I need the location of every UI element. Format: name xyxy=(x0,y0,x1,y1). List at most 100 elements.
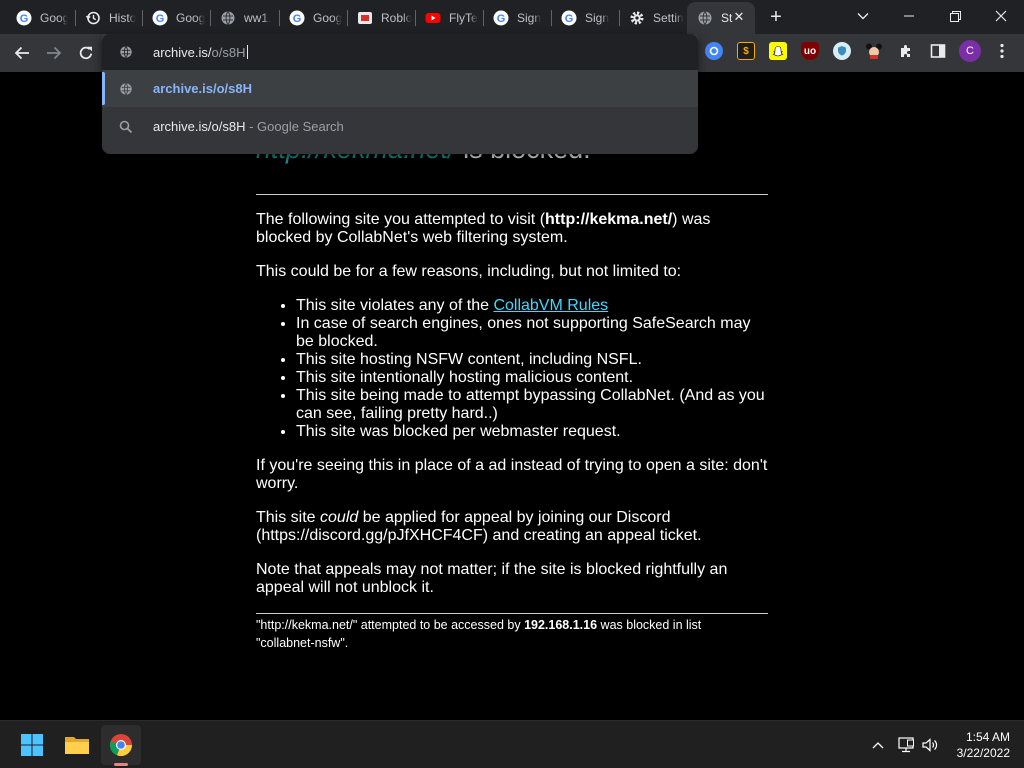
forward-button[interactable] xyxy=(40,39,68,67)
reload-button[interactable] xyxy=(72,39,100,67)
tab-title: Goog xyxy=(313,11,343,25)
file-explorer-icon[interactable] xyxy=(57,725,97,765)
block-notice: http://kekma.net/ is blocked. The follow… xyxy=(256,134,768,652)
typed-text: archive.is/ xyxy=(153,44,212,60)
gear-icon xyxy=(629,10,645,26)
chrome-icon[interactable] xyxy=(101,725,141,765)
svg-text:G: G xyxy=(293,13,302,25)
tab-8[interactable]: G Sign xyxy=(483,4,551,32)
new-tab-button[interactable]: + xyxy=(764,6,788,30)
minimize-button[interactable] xyxy=(886,0,932,32)
windows-start-icon[interactable] xyxy=(12,725,52,765)
google-icon: G xyxy=(16,10,32,26)
suggestion-url[interactable]: archive.is/o/s8H xyxy=(102,70,698,107)
footer-list: "collabnet-nsfw". xyxy=(256,636,349,650)
globe-icon xyxy=(697,10,713,26)
search-icon xyxy=(118,119,134,135)
google-lens-icon[interactable] xyxy=(705,42,723,60)
reason-text: This site violates any of the xyxy=(296,297,494,314)
intro-url: http://kekma.net/ xyxy=(545,211,673,228)
suggestion-search[interactable]: archive.is/o/s8H - Google Search xyxy=(102,108,698,145)
restore-button[interactable] xyxy=(932,0,978,32)
forward-arrow-icon xyxy=(47,46,62,60)
clock-date: 3/22/2022 xyxy=(956,746,1010,760)
list-item: This site hosting NSFW content, includin… xyxy=(296,351,768,369)
footer-note: "http://kekma.net/" attempted to be acce… xyxy=(256,616,768,652)
tab-strip: G Goog Histo G Goog ww1. G Goog Roblo Fl… xyxy=(0,0,1024,34)
list-item: In case of search engines, ones not supp… xyxy=(296,315,768,351)
tab-7[interactable]: FlyTe xyxy=(415,4,483,32)
tab-close-icon[interactable]: ✕ xyxy=(731,9,747,25)
menu-dots-icon[interactable] xyxy=(993,42,1011,60)
dollar-extension-icon[interactable]: $ xyxy=(737,42,755,60)
tab-11-active[interactable]: St ✕ xyxy=(687,2,755,34)
google-icon: G xyxy=(152,10,168,26)
list-item: This site was blocked per webmaster requ… xyxy=(296,423,768,441)
puzzle-extensions-icon[interactable] xyxy=(897,42,915,60)
reload-icon xyxy=(79,46,93,60)
globe-icon xyxy=(220,10,236,26)
sidebar-icon[interactable] xyxy=(929,42,947,60)
shield-extension-icon[interactable] xyxy=(833,42,851,60)
tab-search-button[interactable] xyxy=(840,0,886,32)
omnibox-dropdown: archive.is/o/s8H archive.is/o/s8H archiv… xyxy=(102,34,698,154)
tab-1[interactable]: G Goog xyxy=(6,4,68,32)
system-clock[interactable]: 1:54 AM 3/22/2022 xyxy=(957,729,1010,761)
tab-9[interactable]: G Sign xyxy=(551,4,619,32)
footer-middle: was blocked in list xyxy=(597,618,702,632)
suggestion-query: archive.is/o/s8H xyxy=(153,119,246,134)
autocomplete-text: o/s8H xyxy=(211,44,246,60)
address-bar[interactable]: archive.is/o/s8H xyxy=(102,34,698,70)
minimize-icon xyxy=(904,15,914,17)
chevron-down-icon xyxy=(857,13,869,20)
close-window-button[interactable] xyxy=(978,0,1024,32)
svg-text:G: G xyxy=(565,13,574,25)
profile-avatar-icon[interactable]: C xyxy=(959,40,981,62)
suggestion-suffix: - Google Search xyxy=(245,119,344,134)
omnibox-input[interactable]: archive.is/o/s8H xyxy=(153,44,248,60)
mickey-extension-icon[interactable] xyxy=(865,42,883,60)
collabvm-rules-link[interactable]: CollabVM Rules xyxy=(493,297,608,314)
text-cursor xyxy=(246,44,248,59)
tab-4[interactable]: ww1. xyxy=(210,4,278,32)
back-button[interactable] xyxy=(8,39,36,67)
ad-note: If you're seeing this in place of a ad i… xyxy=(256,457,768,492)
footer-prefix: "http://kekma.net/" attempted to be acce… xyxy=(256,618,525,632)
divider xyxy=(256,194,768,195)
svg-text:G: G xyxy=(156,13,165,25)
history-icon xyxy=(85,10,101,26)
list-item: This site intentionally hosting maliciou… xyxy=(296,369,768,387)
appeal-emphasis: could xyxy=(320,509,359,526)
network-icon[interactable] xyxy=(896,735,916,755)
clock-time: 1:54 AM xyxy=(965,730,1010,744)
tab-title: Settin xyxy=(653,11,684,25)
close-icon xyxy=(995,10,1007,22)
suggestion-text: archive.is/o/s8H - Google Search xyxy=(153,119,344,134)
footer-divider xyxy=(256,613,768,614)
globe-icon xyxy=(118,44,134,60)
ublock-origin-icon[interactable]: uo xyxy=(801,42,819,60)
tab-title: Histo xyxy=(109,11,137,25)
volume-icon[interactable] xyxy=(920,735,940,755)
list-item: This site violates any of the CollabVM R… xyxy=(296,297,768,315)
roblox-icon xyxy=(357,10,373,26)
reasons-intro: This could be for a few reasons, includi… xyxy=(256,263,682,280)
appeal-prefix: This site xyxy=(256,509,321,526)
tab-6[interactable]: Roblo xyxy=(347,4,415,32)
omnibox-input-row[interactable]: archive.is/o/s8H xyxy=(102,34,698,70)
tab-3[interactable]: G Goog xyxy=(142,4,210,32)
tab-10[interactable]: Settin xyxy=(619,4,687,32)
tab-2[interactable]: Histo xyxy=(75,4,143,32)
windows-taskbar: 1:54 AM 3/22/2022 xyxy=(0,720,1024,768)
tab-5[interactable]: G Goog xyxy=(279,4,347,32)
appeal-note: Note that appeals may not matter; if the… xyxy=(256,561,728,596)
snapchat-icon[interactable] xyxy=(769,42,787,60)
google-icon: G xyxy=(561,10,577,26)
active-app-indicator xyxy=(114,763,128,766)
intro-paragraph: The following site you attempted to visi… xyxy=(256,211,768,247)
chevron-up-icon[interactable] xyxy=(868,735,888,755)
youtube-icon xyxy=(425,10,441,26)
appeal-paragraph: This site could be applied for appeal by… xyxy=(256,509,768,545)
svg-text:G: G xyxy=(497,13,506,25)
google-icon: G xyxy=(289,10,305,26)
